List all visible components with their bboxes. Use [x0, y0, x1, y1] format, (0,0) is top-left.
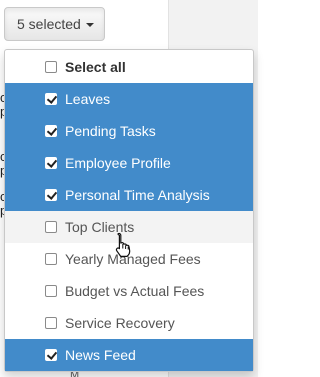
multiselect-dropdown-menu: Select all Leaves Pending Tasks Employee Pr…: [4, 49, 254, 372]
option-label: Pending Tasks: [65, 123, 156, 139]
checkmark-icon: [46, 125, 58, 136]
checkbox[interactable]: [45, 157, 58, 169]
caret-down-icon: [85, 23, 94, 27]
option-yearly-managed-fees[interactable]: Yearly Managed Fees: [5, 243, 253, 275]
option-label: Select all: [65, 59, 126, 75]
checkmark-icon: [46, 189, 58, 200]
checkbox[interactable]: [45, 221, 57, 233]
checkbox[interactable]: [45, 189, 58, 201]
option-employee-profile[interactable]: Employee Profile: [5, 147, 253, 179]
multiselect-toggle-label: 5 selected: [17, 16, 81, 32]
checkmark-icon: [46, 349, 58, 360]
option-label: Leaves: [65, 91, 111, 107]
option-news-feed[interactable]: News Feed: [5, 339, 253, 371]
checkbox[interactable]: [45, 285, 57, 297]
checkbox[interactable]: [45, 317, 57, 329]
checkbox[interactable]: [45, 93, 58, 105]
option-label: Service Recovery: [65, 315, 175, 331]
option-label: News Feed: [65, 347, 136, 363]
option-pending-tasks[interactable]: Pending Tasks: [5, 115, 253, 147]
checkbox[interactable]: [45, 349, 58, 361]
checkmark-icon: [46, 93, 58, 104]
checkbox[interactable]: [45, 125, 58, 137]
checkbox[interactable]: [45, 61, 57, 73]
option-label: Personal Time Analysis: [65, 187, 210, 203]
multiselect-toggle-button[interactable]: 5 selected: [4, 7, 105, 41]
option-budget-vs-actual-fees[interactable]: Budget vs Actual Fees: [5, 275, 253, 307]
checkmark-icon: [46, 157, 58, 168]
option-select-all[interactable]: Select all: [5, 51, 253, 83]
option-label: Top Clients: [65, 219, 135, 235]
checkbox[interactable]: [45, 253, 57, 265]
option-label: Budget vs Actual Fees: [65, 283, 205, 299]
option-label: Employee Profile: [65, 155, 171, 171]
option-personal-time-analysis[interactable]: Personal Time Analysis: [5, 179, 253, 211]
option-service-recovery[interactable]: Service Recovery: [5, 307, 253, 339]
option-label: Yearly Managed Fees: [65, 251, 201, 267]
option-leaves[interactable]: Leaves: [5, 83, 253, 115]
option-top-clients[interactable]: Top Clients: [5, 211, 253, 243]
